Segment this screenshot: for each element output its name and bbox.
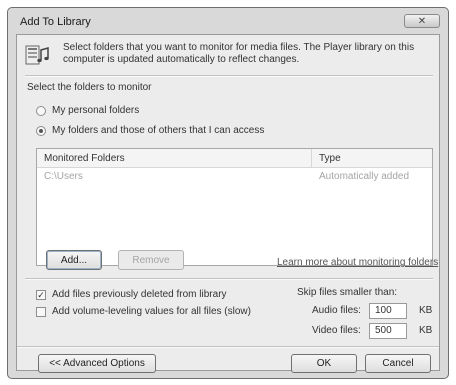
radio-my-folders-and-others[interactable]: My folders and those of others that I ca… bbox=[36, 125, 264, 136]
radio-button-selected[interactable] bbox=[36, 125, 46, 136]
radio-label: My personal folders bbox=[52, 105, 140, 116]
radio-my-personal-folders[interactable]: My personal folders bbox=[36, 105, 139, 116]
divider bbox=[25, 278, 433, 280]
list-header: Monitored Folders Type bbox=[37, 149, 432, 168]
checkbox-unchecked[interactable] bbox=[36, 306, 46, 317]
intro-text: Select folders that you want to monitor … bbox=[63, 42, 415, 65]
remove-button-label: Remove bbox=[132, 254, 170, 266]
video-unit-label: KB bbox=[419, 325, 433, 336]
checkbox-label: Add files previously deleted from librar… bbox=[52, 289, 227, 300]
add-button-label: Add... bbox=[60, 254, 88, 266]
skip-files-label: Skip files smaller than: bbox=[297, 287, 398, 298]
add-button[interactable]: Add... bbox=[46, 250, 102, 270]
library-music-icon bbox=[25, 45, 49, 65]
folder-type-cell: Automatically added bbox=[319, 171, 410, 182]
folders-section-label: Select the folders to monitor bbox=[27, 82, 152, 93]
column-header-type[interactable]: Type bbox=[319, 153, 341, 164]
checkbox-checked[interactable]: ✓ bbox=[36, 289, 46, 300]
learn-more-link[interactable]: Learn more about monitoring folders bbox=[277, 257, 438, 268]
radio-label: My folders and those of others that I ca… bbox=[52, 125, 265, 136]
column-divider bbox=[311, 149, 312, 167]
ok-button-label: OK bbox=[316, 358, 332, 369]
close-button[interactable]: ✕ bbox=[404, 14, 440, 28]
monitored-folders-list[interactable]: Monitored Folders Type C:\Users Automati… bbox=[36, 148, 433, 266]
divider bbox=[17, 346, 439, 348]
checkbox-add-deleted-files[interactable]: ✓ Add files previously deleted from libr… bbox=[36, 289, 227, 300]
add-to-library-dialog: Add To Library ✕ Select folders that you… bbox=[7, 7, 449, 379]
cancel-button[interactable]: Cancel bbox=[365, 354, 431, 373]
ok-button[interactable]: OK bbox=[291, 354, 357, 373]
advanced-options-label: << Advanced Options bbox=[49, 358, 145, 369]
list-row[interactable]: C:\Users Automatically added bbox=[37, 170, 432, 184]
folder-path-cell: C:\Users bbox=[44, 171, 83, 182]
title-bar: Add To Library ✕ bbox=[8, 8, 448, 34]
column-header-monitored-folders[interactable]: Monitored Folders bbox=[44, 153, 125, 164]
audio-size-input[interactable]: 100 bbox=[369, 303, 407, 319]
window-title: Add To Library bbox=[20, 16, 91, 28]
video-size-input[interactable]: 500 bbox=[369, 323, 407, 339]
remove-button[interactable]: Remove bbox=[118, 250, 184, 270]
divider bbox=[25, 75, 433, 77]
audio-files-label: Audio files: bbox=[312, 305, 361, 316]
advanced-options-button[interactable]: << Advanced Options bbox=[38, 354, 156, 373]
dialog-body: Select folders that you want to monitor … bbox=[16, 34, 440, 373]
audio-unit-label: KB bbox=[419, 305, 433, 316]
checkbox-volume-leveling[interactable]: Add volume-leveling values for all files… bbox=[36, 306, 251, 317]
cancel-button-label: Cancel bbox=[382, 358, 414, 369]
close-icon: ✕ bbox=[417, 15, 427, 27]
video-files-label: Video files: bbox=[312, 325, 361, 336]
checkbox-label: Add volume-leveling values for all files… bbox=[52, 306, 251, 317]
radio-button[interactable] bbox=[36, 105, 46, 116]
